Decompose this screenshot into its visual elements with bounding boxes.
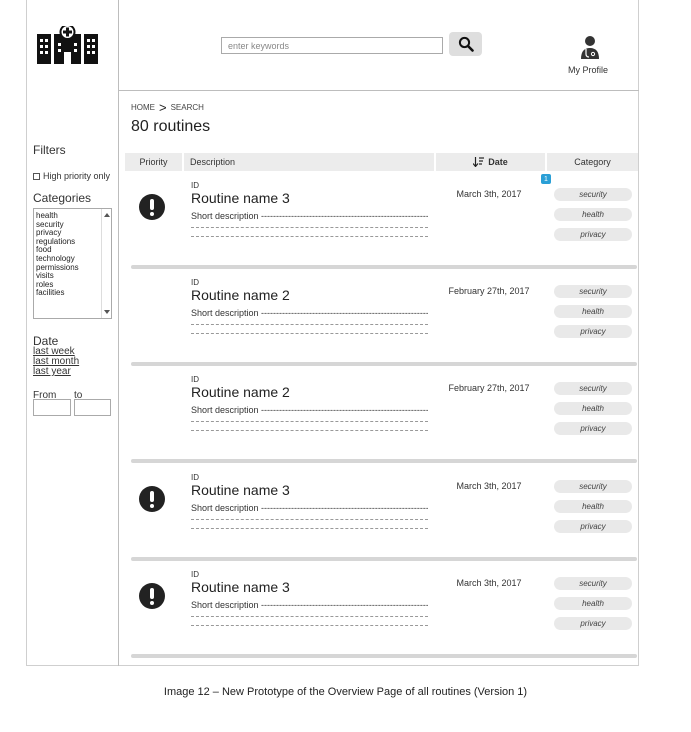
high-priority-filter[interactable]: High priority only <box>33 171 110 181</box>
routine-name[interactable]: Routine name 3 <box>191 190 290 206</box>
search-icon <box>458 36 474 52</box>
doctor-icon <box>580 36 599 59</box>
row-divider <box>131 265 637 269</box>
column-header-category[interactable]: Category <box>547 153 638 171</box>
category-tag[interactable]: security <box>554 188 632 201</box>
routine-id: ID <box>191 570 199 579</box>
breadcrumb: HOME > SEARCH <box>131 100 204 115</box>
breadcrumb-current: SEARCH <box>170 103 204 112</box>
header-divider <box>118 90 639 91</box>
row-divider <box>131 557 637 561</box>
description-line <box>191 333 428 334</box>
routine-date: March 3th, 2017 <box>456 578 522 588</box>
row-divider <box>131 459 637 463</box>
category-option[interactable]: facilities <box>36 289 79 298</box>
description-line <box>191 616 428 617</box>
column-header-date-label: Date <box>488 157 508 167</box>
category-tag[interactable]: privacy <box>554 422 632 435</box>
hospital-icon[interactable] <box>37 26 98 64</box>
sidebar-divider <box>118 0 119 666</box>
routine-short-description: Short description ----------------------… <box>191 600 428 610</box>
row-divider <box>131 654 637 658</box>
from-date-input[interactable] <box>33 399 71 416</box>
date-link-last-year[interactable]: last year <box>33 367 79 377</box>
category-tag[interactable]: privacy <box>554 617 632 630</box>
routine-short-description: Short description ----------------------… <box>191 211 428 221</box>
high-priority-icon <box>139 583 165 609</box>
scroll-down-icon[interactable] <box>104 310 110 314</box>
scroll-up-icon[interactable] <box>104 213 110 217</box>
description-line <box>191 528 428 529</box>
date-links: last week last month last year <box>33 347 79 377</box>
description-line <box>191 324 428 325</box>
figure-caption: Image 12 – New Prototype of the Overview… <box>163 686 528 698</box>
profile-label[interactable]: My Profile <box>548 65 628 75</box>
routine-short-description: Short description ----------------------… <box>191 405 428 415</box>
category-tag[interactable]: health <box>554 208 632 221</box>
routine-short-description: Short description ----------------------… <box>191 503 428 513</box>
categories-title: Categories <box>33 191 92 205</box>
category-tag[interactable]: security <box>554 382 632 395</box>
sort-descending-icon <box>473 157 485 167</box>
category-tag[interactable]: health <box>554 402 632 415</box>
routine-name[interactable]: Routine name 2 <box>191 287 290 303</box>
column-header-priority[interactable]: Priority <box>125 153 182 171</box>
category-tag[interactable]: security <box>554 285 632 298</box>
categories-listbox[interactable]: health security privacy regulations food… <box>33 208 112 319</box>
routine-row[interactable]: ID Routine name 3 Short description ----… <box>130 466 638 563</box>
routine-date: February 27th, 2017 <box>448 383 530 393</box>
routine-id: ID <box>191 473 199 482</box>
description-line <box>191 227 428 228</box>
routine-date: March 3th, 2017 <box>456 481 522 491</box>
routine-name[interactable]: Routine name 3 <box>191 482 290 498</box>
search-button[interactable] <box>449 32 482 56</box>
high-priority-checkbox[interactable] <box>33 172 40 180</box>
results-count: 80 routines <box>131 118 211 135</box>
description-line <box>191 421 428 422</box>
routine-name[interactable]: Routine name 2 <box>191 384 290 400</box>
category-tag[interactable]: privacy <box>554 325 632 338</box>
routine-name[interactable]: Routine name 3 <box>191 579 290 595</box>
description-line <box>191 625 428 626</box>
description-line <box>191 236 428 237</box>
breadcrumb-separator: > <box>159 100 167 115</box>
category-tag[interactable]: privacy <box>554 228 632 241</box>
routine-row[interactable]: ID Routine name 2 Short description ----… <box>130 271 638 368</box>
routine-row[interactable]: ID Routine name 3 Short description ----… <box>130 563 638 660</box>
row-divider <box>131 362 637 366</box>
routine-row[interactable]: ID Routine name 3 Short description ----… <box>130 174 638 271</box>
routine-row[interactable]: ID Routine name 2 Short description ----… <box>130 368 638 465</box>
high-priority-icon <box>139 486 165 512</box>
profile-button[interactable] <box>562 34 617 63</box>
routine-date: February 27th, 2017 <box>448 286 530 296</box>
category-tag[interactable]: security <box>554 577 632 590</box>
routine-id: ID <box>191 375 199 384</box>
routine-short-description: Short description ----------------------… <box>191 308 428 318</box>
high-priority-label: High priority only <box>43 171 111 181</box>
routine-id: ID <box>191 181 199 190</box>
column-header-description[interactable]: Description <box>184 153 434 171</box>
description-line <box>191 519 428 520</box>
listbox-scrollbar[interactable] <box>101 209 111 318</box>
description-line <box>191 430 428 431</box>
category-tag[interactable]: health <box>554 500 632 513</box>
search-input[interactable] <box>221 37 443 54</box>
routine-id: ID <box>191 278 199 287</box>
breadcrumb-home[interactable]: HOME <box>131 103 155 112</box>
to-date-input[interactable] <box>74 399 111 416</box>
column-header-date[interactable]: Date <box>436 153 545 171</box>
category-tag[interactable]: security <box>554 480 632 493</box>
category-tag[interactable]: health <box>554 597 632 610</box>
routine-date: March 3th, 2017 <box>456 189 522 199</box>
filters-title: Filters <box>33 143 66 157</box>
category-tag[interactable]: privacy <box>554 520 632 533</box>
category-tag[interactable]: health <box>554 305 632 318</box>
high-priority-icon <box>139 194 165 220</box>
